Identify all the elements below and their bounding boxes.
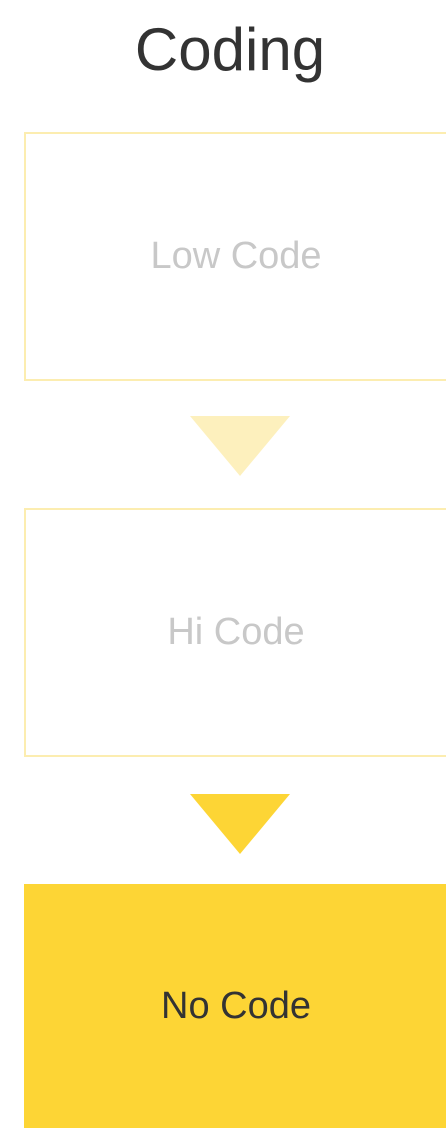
step-label: No Code xyxy=(161,984,311,1027)
diagram-title: Coding xyxy=(134,16,326,83)
down-arrow-icon xyxy=(190,794,290,854)
step-box-low-code: Low Code xyxy=(24,132,446,381)
step-box-no-code: No Code xyxy=(24,884,446,1128)
step-box-hi-code: Hi Code xyxy=(24,508,446,757)
step-label: Hi Code xyxy=(167,611,305,653)
down-arrow-icon xyxy=(190,416,290,476)
step-label: Low Code xyxy=(150,235,322,277)
